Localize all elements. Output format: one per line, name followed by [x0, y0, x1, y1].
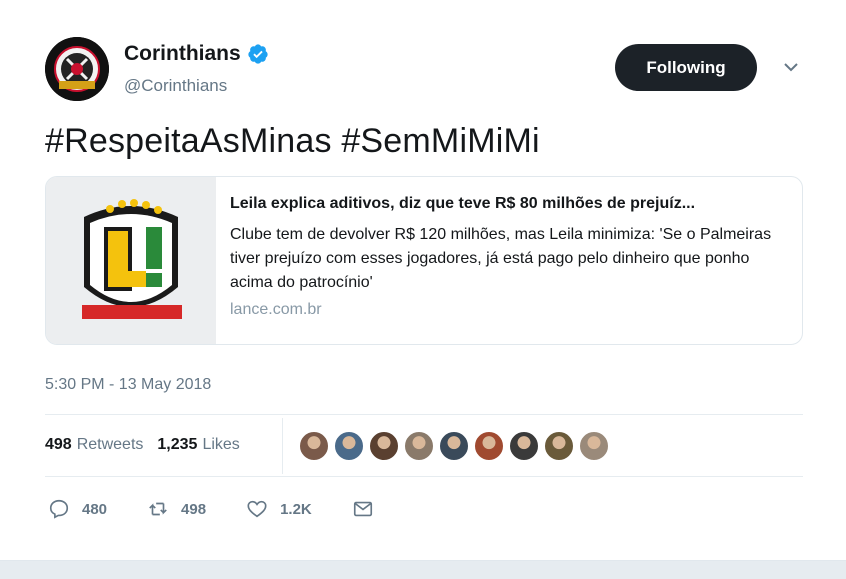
divider: [45, 476, 803, 477]
liker-avatar[interactable]: [578, 430, 610, 462]
message-action[interactable]: [352, 498, 374, 520]
like-count: 1.2K: [280, 500, 312, 518]
tweet-text: #RespeitaAsMinas #SemMiMiMi: [45, 122, 540, 160]
tweet-stats: 498 Retweets 1,235 Likes: [45, 436, 240, 454]
card-description: Clube tem de devolver R$ 120 milhões, ma…: [230, 226, 772, 291]
liker-avatar[interactable]: [543, 430, 575, 462]
following-button[interactable]: Following: [615, 44, 757, 91]
retweet-icon[interactable]: [147, 498, 169, 520]
card-image: [46, 177, 216, 344]
retweets-label[interactable]: Retweets: [77, 436, 144, 454]
retweet-count: 498: [181, 500, 207, 518]
liker-avatar[interactable]: [473, 430, 505, 462]
liker-avatar[interactable]: [298, 430, 330, 462]
envelope-icon[interactable]: [352, 498, 374, 520]
avatar[interactable]: [45, 37, 109, 101]
reply-action[interactable]: 480: [48, 498, 107, 520]
verified-icon: [248, 44, 268, 64]
liker-avatar[interactable]: [508, 430, 540, 462]
card-title: Leila explica aditivos, diz que teve R$ …: [230, 195, 696, 212]
lance-logo-icon: [46, 177, 216, 344]
tweet: Corinthians @Corinthians Following #Resp…: [0, 0, 846, 560]
liker-avatar[interactable]: [403, 430, 435, 462]
reply-icon[interactable]: [48, 498, 70, 520]
user-name-row: Corinthians: [124, 42, 269, 66]
divider: [45, 414, 803, 415]
likes-label[interactable]: Likes: [202, 436, 239, 454]
liker-avatar[interactable]: [438, 430, 470, 462]
user-name[interactable]: Corinthians: [124, 42, 241, 66]
user-handle[interactable]: @Corinthians: [124, 76, 227, 96]
link-card[interactable]: Leila explica aditivos, diz que teve R$ …: [45, 176, 803, 345]
retweet-action[interactable]: 498: [147, 498, 206, 520]
action-bar: 480 498 1.2K: [48, 498, 414, 520]
likes-count[interactable]: 1,235: [157, 436, 197, 454]
chevron-down-icon[interactable]: [780, 58, 802, 76]
liker-avatar[interactable]: [333, 430, 365, 462]
card-body: Leila explica aditivos, diz que teve R$ …: [216, 177, 795, 344]
reply-count: 480: [82, 500, 108, 518]
heart-icon[interactable]: [246, 498, 268, 520]
page-footer-strip: [0, 560, 846, 579]
retweets-count[interactable]: 498: [45, 436, 72, 454]
card-domain: lance.com.br: [230, 301, 322, 318]
timestamp[interactable]: 5:30 PM - 13 May 2018: [45, 376, 211, 394]
stats-divider: [282, 418, 283, 474]
liker-avatar[interactable]: [368, 430, 400, 462]
liker-avatars: [298, 430, 613, 462]
like-action[interactable]: 1.2K: [246, 498, 312, 520]
